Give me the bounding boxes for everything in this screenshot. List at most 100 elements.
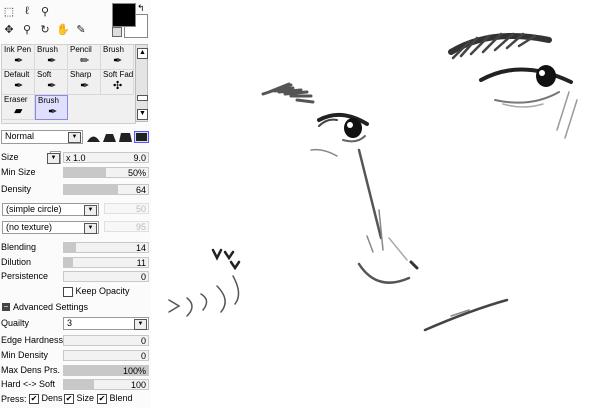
brush-label: Soft Fad xyxy=(103,70,134,79)
brush-icon: ✒ xyxy=(14,80,24,92)
min-size-fill xyxy=(64,168,106,177)
shape-strength-value: 50 xyxy=(135,204,146,214)
scroll-down-icon[interactable]: ▼ xyxy=(137,109,148,120)
brush-cell[interactable]: Soft Fad ✣ xyxy=(101,70,134,95)
eyedropper-icon[interactable]: ✎ xyxy=(74,22,88,36)
brush-label: Pencil xyxy=(70,45,92,54)
sketch-artwork xyxy=(168,32,578,332)
brush-cell[interactable]: Pencil ✏ xyxy=(68,45,101,70)
press-size-toggle[interactable]: ✔ Size xyxy=(64,393,94,404)
press-blend-label: Blend xyxy=(109,393,133,403)
brush-cell[interactable]: Sharp ✒ xyxy=(68,70,101,95)
texture-value: (no texture) xyxy=(6,222,53,232)
checkmark-icon[interactable]: ✔ xyxy=(64,393,74,404)
min-density-label: Min Density xyxy=(1,350,49,360)
scroll-thumb[interactable] xyxy=(137,95,148,101)
swap-colors-icon[interactable]: ↰ xyxy=(137,3,145,14)
advanced-settings-label: Advanced Settings xyxy=(13,302,89,312)
brush-shape-value: (simple circle) xyxy=(6,204,62,214)
min-size-row: Min Size 50% xyxy=(0,166,150,180)
edge-hardness-slider[interactable]: 0 xyxy=(63,335,149,346)
brush-cell-selected[interactable]: Brush ✒ xyxy=(35,95,68,120)
brush-shape-select[interactable]: (simple circle) ▼ xyxy=(2,203,99,216)
blending-slider[interactable]: 14 xyxy=(63,242,149,253)
max-dens-label: Max Dens Prs. xyxy=(1,365,61,375)
size-value: 9.0 xyxy=(133,153,146,163)
blend-mode-value: Normal xyxy=(5,131,35,141)
move-icon[interactable]: ✥ xyxy=(2,22,16,36)
tool-panel: ⬚ ℓ ⚲ ✥ ⚲ ↻ ✋ ✎ ↰ Ink Pen ✒ Brush ✒ Pencil… xyxy=(0,0,151,408)
chevron-down-icon: ▼ xyxy=(68,132,81,143)
density-label: Density xyxy=(1,184,32,194)
reset-colors-icon[interactable] xyxy=(112,27,122,37)
brush-cell[interactable]: Eraser ▰ xyxy=(2,95,35,120)
keep-opacity-row[interactable]: Keep Opacity xyxy=(63,286,151,300)
keep-opacity-checkbox[interactable] xyxy=(63,286,73,297)
press-blend-toggle[interactable]: ✔ Blend xyxy=(97,393,133,404)
press-label: Press: xyxy=(1,394,27,404)
rotate-icon[interactable]: ↻ xyxy=(38,22,52,36)
size-multiplier: x 1.0 xyxy=(66,153,86,163)
brush-shape-round-icon[interactable] xyxy=(86,131,101,143)
brush-icon: ✒ xyxy=(80,80,90,92)
drawing-canvas[interactable] xyxy=(151,0,604,408)
brush-icon: ✒ xyxy=(113,55,123,67)
foreground-color-swatch[interactable] xyxy=(112,3,136,27)
brush-grid-scrollbar[interactable]: ▲ ▼ xyxy=(135,44,148,122)
brush-cell[interactable]: Ink Pen ✒ xyxy=(2,45,35,70)
rect-select-icon[interactable]: ⬚ xyxy=(2,4,16,18)
density-value: 64 xyxy=(135,185,146,195)
advanced-settings-header[interactable]: − Advanced Settings xyxy=(0,301,150,315)
quality-select[interactable]: 3 ▼ xyxy=(63,317,149,330)
brush-shape-flat-icon[interactable] xyxy=(102,131,117,143)
hard-soft-label: Hard <-> Soft xyxy=(1,379,56,389)
hand-icon[interactable]: ✋ xyxy=(56,22,70,36)
dilution-slider[interactable]: 11 xyxy=(63,257,149,268)
magic-wand-icon[interactable]: ⚲ xyxy=(38,4,52,18)
max-dens-slider[interactable]: 100% xyxy=(63,365,149,376)
brush-label: Default xyxy=(4,70,30,79)
min-size-slider[interactable]: 50% xyxy=(63,167,149,178)
min-density-slider[interactable]: 0 xyxy=(63,350,149,361)
edge-hardness-row: Edge Hardness 0 xyxy=(0,334,150,348)
min-size-label: Min Size xyxy=(1,167,36,177)
brush-label: Ink Pen xyxy=(4,45,32,54)
texture-select[interactable]: (no texture) ▼ xyxy=(2,221,99,234)
shape-strength-slider[interactable]: 50 xyxy=(104,203,149,214)
edge-hardness-label: Edge Hardness xyxy=(1,335,64,345)
blending-fill xyxy=(64,243,76,252)
scroll-up-icon[interactable]: ▲ xyxy=(137,48,148,59)
density-slider[interactable]: 64 xyxy=(63,184,149,195)
hard-soft-slider[interactable]: 100 xyxy=(63,379,149,390)
brush-label: Soft xyxy=(37,70,52,79)
persistence-slider[interactable]: 0 xyxy=(63,271,149,282)
checkmark-icon[interactable]: ✔ xyxy=(97,393,107,404)
checkmark-icon[interactable]: ✔ xyxy=(29,393,39,404)
press-dens-label: Dens xyxy=(41,393,63,403)
press-dens-toggle[interactable]: ✔ Dens xyxy=(29,393,63,404)
dilution-fill xyxy=(64,258,74,267)
zoom-icon[interactable]: ⚲ xyxy=(20,22,34,36)
blend-mode-select[interactable]: Normal ▼ xyxy=(1,130,83,144)
lasso-icon[interactable]: ℓ xyxy=(20,4,34,18)
brush-shape-square-icon[interactable] xyxy=(134,131,149,143)
brush-label: Brush xyxy=(103,45,124,54)
brush-icon: ✒ xyxy=(47,80,57,92)
ink-pen-icon: ✒ xyxy=(14,55,24,67)
blending-row: Blending 14 xyxy=(0,241,150,255)
size-multiplier-arrow[interactable]: ▼ xyxy=(47,151,61,164)
hard-soft-row: Hard <-> Soft 100 xyxy=(0,378,150,392)
brush-shape-soft-icon[interactable] xyxy=(118,131,133,143)
size-label: Size xyxy=(1,152,19,162)
brush-cell[interactable]: Default ✒ xyxy=(2,70,35,95)
dilution-label: Dilution xyxy=(1,257,32,267)
collapse-icon[interactable]: − xyxy=(2,303,10,311)
size-slider[interactable]: x 1.0 9.0 xyxy=(63,152,149,163)
brush-label: Brush xyxy=(37,45,58,54)
brush-icon: ✒ xyxy=(47,55,57,67)
brush-cell[interactable]: Brush ✒ xyxy=(101,45,134,70)
texture-strength-slider[interactable]: 95 xyxy=(104,221,149,232)
brush-label: Eraser xyxy=(4,95,28,104)
brush-cell[interactable]: Soft ✒ xyxy=(35,70,68,95)
brush-cell[interactable]: Brush ✒ xyxy=(35,45,68,70)
